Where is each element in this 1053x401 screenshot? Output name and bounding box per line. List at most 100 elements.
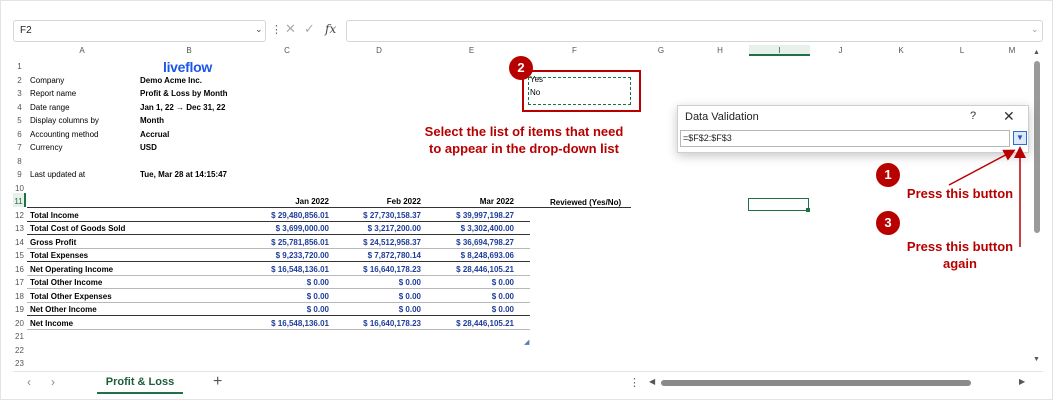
formula-bar: F2 ⌄ ⋮ ✕ ✓ fx ⌄ — [13, 20, 1043, 42]
expand-dialog-button[interactable]: ▼ — [1013, 131, 1027, 145]
source-range-input[interactable]: =$F$2:$F$3 — [680, 130, 1010, 147]
info-label: Currency — [30, 143, 63, 152]
table-row-border — [27, 234, 530, 235]
table-cell-value: $ 0.00 — [491, 278, 514, 287]
sheet-tab-profit-loss[interactable]: Profit & Loss — [97, 372, 183, 394]
cancel-icon[interactable]: ✕ — [285, 21, 296, 37]
table-cell-value: $ 36,694,798.27 — [456, 237, 514, 247]
row-header-16[interactable]: 16 — [13, 261, 26, 275]
row-header-10[interactable]: 10 — [13, 180, 26, 194]
scroll-up-icon[interactable]: ▲ — [1033, 49, 1040, 56]
dialog-title: Data Validation — [685, 111, 759, 123]
column-header-d[interactable]: D — [333, 45, 425, 56]
add-sheet-icon[interactable]: + — [213, 373, 222, 391]
insert-function-icon[interactable]: fx — [325, 22, 336, 36]
row-header-23[interactable]: 23 — [13, 355, 26, 369]
spreadsheet-window: F2 ⌄ ⋮ ✕ ✓ fx ⌄ ABCDEFGHIJKLM 1234567891… — [0, 0, 1053, 400]
info-label: Date range — [30, 102, 70, 112]
table-cell-value: $ 3,302,400.00 — [460, 224, 514, 233]
table-row-label: Net Operating Income — [30, 264, 114, 274]
column-header-i[interactable]: I — [749, 45, 810, 56]
table-cell-value: $ 16,548,136.01 — [271, 318, 329, 328]
row-header-7[interactable]: 7 — [13, 139, 26, 153]
column-header-a[interactable]: A — [27, 45, 137, 56]
vertical-scroll-thumb[interactable] — [1034, 61, 1040, 233]
row-header-1[interactable]: 1 — [13, 58, 26, 72]
info-value: Jan 1, 22 → Dec 31, 22 — [140, 102, 226, 112]
column-header-h[interactable]: H — [691, 45, 749, 56]
chevron-right-icon[interactable]: › — [51, 375, 55, 389]
table-cell-value: $ 0.00 — [306, 291, 329, 301]
info-label: Report name — [30, 89, 77, 98]
column-header-m[interactable]: M — [993, 45, 1031, 56]
row-header-6[interactable]: 6 — [13, 126, 26, 140]
liveflow-logo: liveflow — [163, 59, 212, 75]
info-value: Demo Acme Inc. — [140, 75, 202, 85]
table-cell-value: $ 16,548,136.01 — [271, 264, 329, 274]
row-header-8[interactable]: 8 — [13, 153, 26, 167]
scroll-down-icon[interactable]: ▼ — [1033, 356, 1040, 363]
column-header-e[interactable]: E — [425, 45, 518, 56]
row-header-3[interactable]: 3 — [13, 85, 26, 99]
column-header-g[interactable]: G — [631, 45, 691, 56]
column-header-c[interactable]: C — [241, 45, 333, 56]
row-header-2[interactable]: 2 — [13, 72, 26, 86]
annotation-press-again: Press this button again — [906, 239, 1014, 271]
more-options-icon[interactable]: ⋮ — [271, 23, 282, 36]
active-cell-highlight[interactable] — [748, 198, 809, 211]
row-header-14[interactable]: 14 — [13, 234, 26, 248]
last-updated-label: Last updated at — [30, 170, 86, 179]
row-header-20[interactable]: 20 — [13, 315, 26, 329]
tab-splitter-icon[interactable]: ⋮ — [629, 376, 640, 389]
info-value: Profit & Loss by Month — [140, 89, 228, 98]
column-header-l[interactable]: L — [931, 45, 993, 56]
data-validation-dialog: Data Validation ? ✕ =$F$2:$F$3 ▼ — [677, 105, 1029, 153]
row-header-18[interactable]: 18 — [13, 288, 26, 302]
table-cell-value: $ 7,872,780.14 — [367, 251, 421, 260]
table-cell-value: $ 0.00 — [491, 291, 514, 301]
info-value: USD — [140, 143, 157, 152]
info-value: Accrual — [140, 129, 170, 139]
chevron-left-icon[interactable]: ‹ — [27, 375, 31, 389]
row-header-15[interactable]: 15 — [13, 247, 26, 261]
column-header-b[interactable]: B — [137, 45, 241, 56]
table-cell-value: $ 27,730,158.37 — [363, 210, 421, 220]
scroll-left-icon[interactable]: ◀ — [649, 377, 655, 386]
help-icon[interactable]: ? — [970, 110, 976, 122]
column-header-k[interactable]: K — [871, 45, 931, 56]
row-header-4[interactable]: 4 — [13, 99, 26, 113]
column-header-f[interactable]: F — [518, 45, 631, 56]
horizontal-scroll-thumb[interactable] — [661, 380, 971, 386]
row-header-21[interactable]: 21 — [13, 328, 26, 342]
row-header-17[interactable]: 17 — [13, 274, 26, 288]
row-header-11[interactable]: 11 — [13, 193, 26, 207]
expand-dialog-icon: ▼ — [1016, 133, 1024, 142]
vertical-scrollbar[interactable]: ▲ ▼ — [1032, 45, 1042, 371]
table-row-label: Total Expenses — [30, 251, 89, 260]
spreadsheet-grid[interactable]: ABCDEFGHIJKLM 1 2 3 4 5 6 7 8 9 10 11 12 13 14 15 16 17 1… — [13, 45, 1031, 371]
fill-handle[interactable] — [806, 208, 810, 212]
column-header-j[interactable]: J — [810, 45, 871, 56]
close-icon[interactable]: ✕ — [1003, 108, 1015, 125]
formula-input[interactable] — [346, 20, 1043, 42]
quick-analysis-icon[interactable]: ◢ — [524, 338, 529, 346]
scroll-right-icon[interactable]: ▶ — [1019, 377, 1025, 386]
table-cell-value: $ 0.00 — [491, 305, 514, 314]
chevron-down-icon[interactable]: ⌄ — [255, 24, 263, 35]
column-header-month: Jan 2022 — [295, 197, 329, 206]
row-header-22[interactable]: 22 — [13, 342, 26, 356]
name-box[interactable]: F2 — [13, 20, 266, 42]
table-cell-value: $ 0.00 — [398, 291, 421, 301]
info-value: Month — [140, 116, 164, 125]
row-header-13[interactable]: 13 — [13, 220, 26, 234]
table-row-label: Net Other Income — [30, 305, 97, 314]
row-header-5[interactable]: 5 — [13, 112, 26, 126]
table-row-label: Total Other Income — [30, 278, 103, 287]
check-icon[interactable]: ✓ — [304, 21, 315, 37]
expand-formula-bar-icon[interactable]: ⌄ — [1031, 24, 1039, 35]
row-header-12[interactable]: 12 — [13, 207, 26, 221]
annotation-highlight-box — [522, 70, 641, 112]
row-header-19[interactable]: 19 — [13, 301, 26, 315]
annotation-select-list: Select the list of items that need to ap… — [424, 124, 624, 156]
row-header-9[interactable]: 9 — [13, 166, 26, 180]
